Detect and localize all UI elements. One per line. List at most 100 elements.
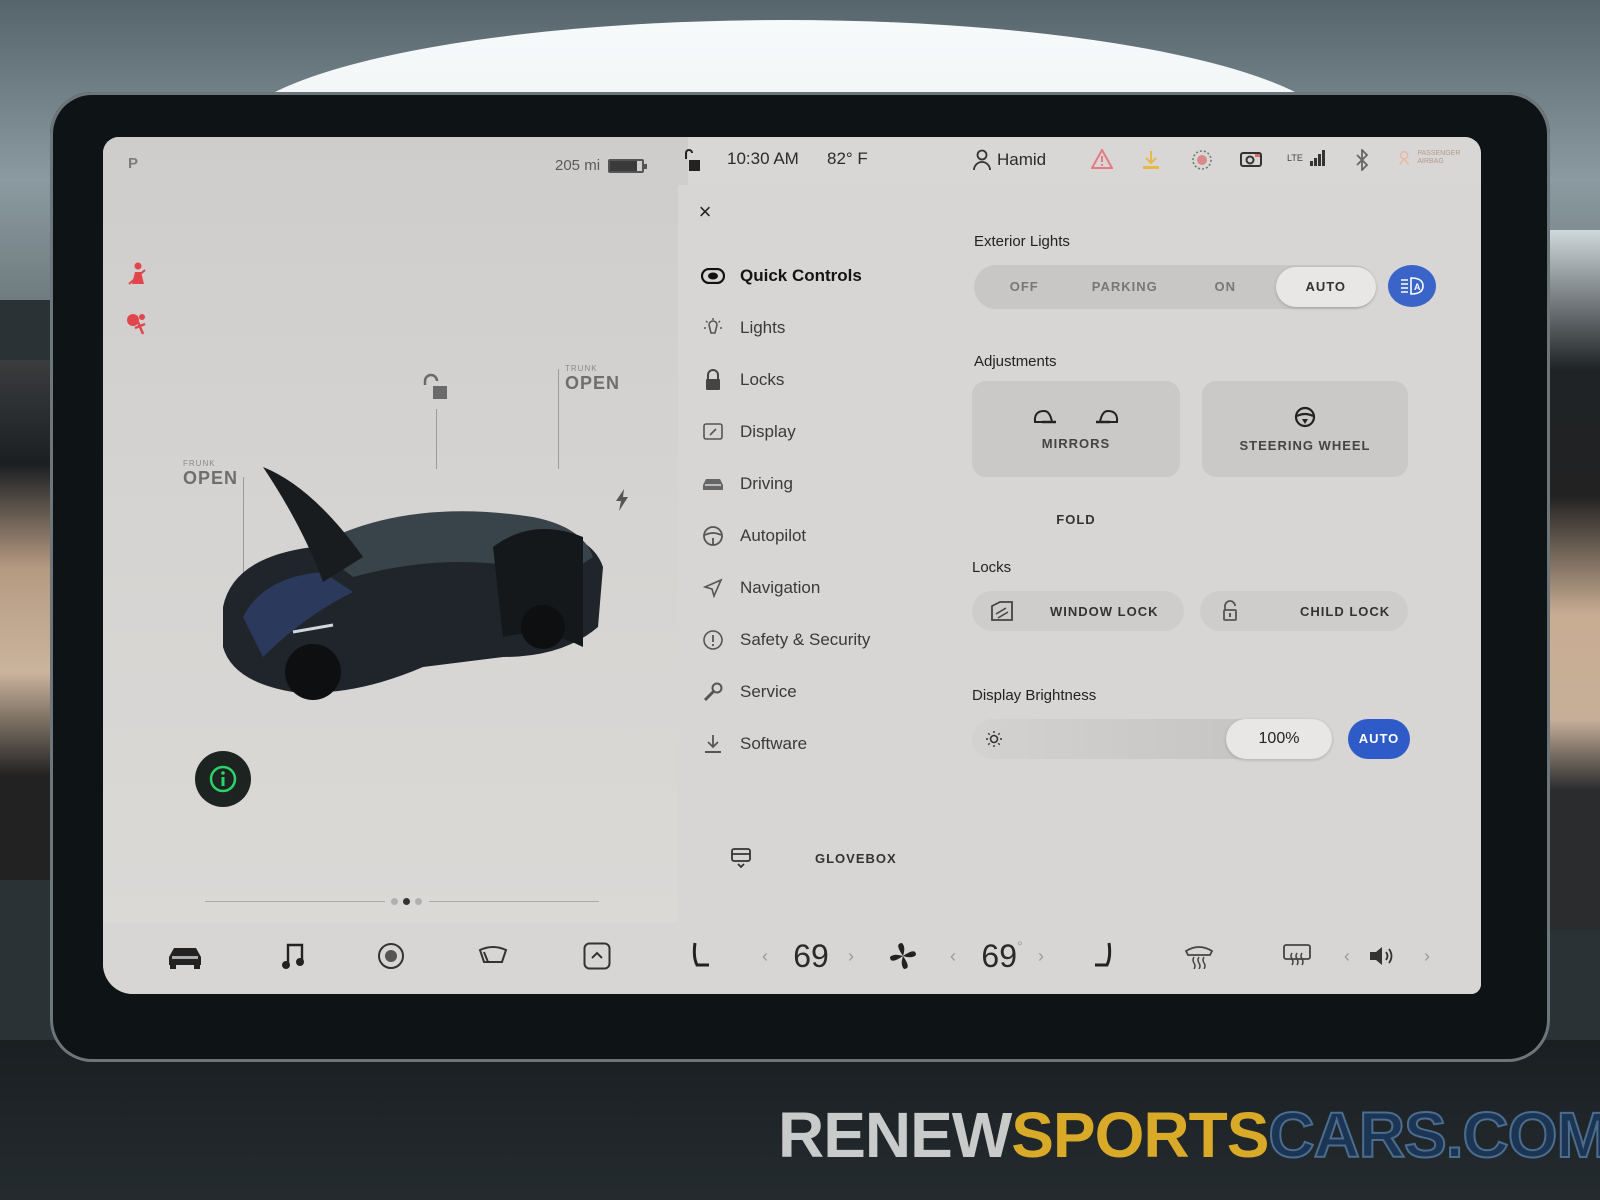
trunk-state: OPEN xyxy=(565,373,621,393)
brightness-slider[interactable]: 100% xyxy=(972,719,1332,759)
lights-option-off[interactable]: OFF xyxy=(974,267,1075,307)
driver-name: Hamid xyxy=(997,150,1047,169)
right-mirror-icon xyxy=(1096,409,1119,423)
nav-item-lights[interactable]: Lights xyxy=(700,302,950,354)
passenger-airbag-label: PASSENGER AIRBAG xyxy=(1417,150,1461,165)
watermark: RENEWSPORTSCARS.COM xyxy=(778,1098,1600,1172)
lock-icon[interactable] xyxy=(683,149,703,173)
child-lock-button[interactable]: CHILD LOCK xyxy=(1200,591,1408,631)
page-dot-active[interactable] xyxy=(403,898,410,905)
info-icon xyxy=(209,765,237,793)
nav-item-autopilot[interactable]: Autopilot xyxy=(700,510,950,562)
bottom-bar: ‹ 69 › ‹ 69 ° › ‹ › xyxy=(103,922,1481,994)
passenger-temp[interactable]: 69 ° xyxy=(969,936,1035,976)
camera-icon[interactable] xyxy=(371,936,411,976)
info-button[interactable] xyxy=(195,751,251,807)
fold-mirrors-button[interactable]: FOLD xyxy=(972,501,1180,539)
lock-icon xyxy=(700,367,726,393)
auto-high-beam-button[interactable]: A xyxy=(1388,265,1436,307)
bluetooth-icon[interactable] xyxy=(1355,149,1369,171)
svg-text:A: A xyxy=(1414,282,1421,292)
left-mirror-icon xyxy=(1033,409,1056,423)
dashcam-icon[interactable] xyxy=(1239,149,1263,169)
passenger-temp-increase[interactable]: › xyxy=(1031,936,1051,976)
nav-item-navigation[interactable]: Navigation xyxy=(700,562,950,614)
driver-temp-increase[interactable]: › xyxy=(841,936,861,976)
battery-icon xyxy=(608,158,648,173)
exterior-lights-title: Exterior Lights xyxy=(974,233,1070,250)
driver-temp-decrease[interactable]: ‹ xyxy=(753,936,777,976)
display-icon xyxy=(700,419,726,445)
adjustments-title: Adjustments xyxy=(974,353,1057,370)
nav-item-locks[interactable]: Locks xyxy=(700,354,950,406)
chevron-left-icon: ‹ xyxy=(762,945,768,966)
lights-option-auto[interactable]: AUTO xyxy=(1275,267,1376,307)
passenger-seat-heater-icon[interactable] xyxy=(1083,936,1123,976)
sentry-icon[interactable] xyxy=(1191,149,1213,171)
wrench-icon xyxy=(700,679,726,705)
quick-controls-panel: × Quick Controls Lights Locks Display Dr… xyxy=(678,185,1481,922)
steering-wheel-label: STEERING WHEEL xyxy=(1239,437,1371,453)
music-icon[interactable] xyxy=(273,936,313,976)
nav-label: Quick Controls xyxy=(740,266,862,285)
mirrors-button[interactable]: MIRRORS xyxy=(972,381,1180,477)
passenger-airbag-indicator: PASSENGER AIRBAG xyxy=(1397,149,1481,167)
bulb-icon xyxy=(700,315,726,341)
close-button[interactable]: × xyxy=(692,199,718,225)
glovebox-button[interactable]: GLOVEBOX xyxy=(711,840,911,876)
page-dot[interactable] xyxy=(415,898,422,905)
nav-item-safety-security[interactable]: Safety & Security xyxy=(700,614,950,666)
warning-icon[interactable] xyxy=(1091,149,1113,169)
chevron-right-icon: › xyxy=(1424,945,1430,966)
trunk-status[interactable]: TRUNK OPEN xyxy=(565,364,620,394)
locks-title: Locks xyxy=(972,559,1012,576)
nav-label: Autopilot xyxy=(740,526,807,545)
nav-item-display[interactable]: Display xyxy=(700,406,950,458)
pager-line-right xyxy=(429,901,599,902)
page-dot[interactable] xyxy=(391,898,398,905)
wiper-icon[interactable] xyxy=(473,936,513,976)
lights-option-on[interactable]: ON xyxy=(1175,267,1276,307)
chevron-right-icon: › xyxy=(1038,945,1044,966)
volume-icon[interactable] xyxy=(1363,936,1403,976)
driver-temp-value: 69 xyxy=(793,937,829,974)
nav-label: Software xyxy=(740,734,808,753)
unlocked-lock-icon[interactable] xyxy=(421,373,451,408)
nav-item-driving[interactable]: Driving xyxy=(700,458,950,510)
volume-increase[interactable]: › xyxy=(1417,936,1437,976)
gear-indicator: P xyxy=(128,155,139,172)
watermark-part-2: SPORTS xyxy=(1011,1099,1269,1171)
nav-label: Navigation xyxy=(740,578,821,597)
brightness-value[interactable]: 100% xyxy=(1226,719,1332,759)
app-launcher-button[interactable] xyxy=(577,936,617,976)
car-icon[interactable] xyxy=(165,936,205,976)
driver-profile[interactable]: Hamid xyxy=(973,149,1046,171)
driver-seat-heater-icon[interactable] xyxy=(681,936,721,976)
driver-temp[interactable]: 69 xyxy=(783,936,839,976)
brightness-auto-button[interactable]: AUTO xyxy=(1348,719,1410,759)
glovebox-icon xyxy=(711,846,771,870)
steering-wheel-button[interactable]: STEERING WHEEL xyxy=(1202,381,1408,477)
passenger-airbag-icon xyxy=(1399,151,1410,165)
battery-fill xyxy=(610,160,638,171)
range-indicator: 205 mi xyxy=(555,157,648,174)
mirror-icons xyxy=(1032,408,1120,426)
settings-nav: Quick Controls Lights Locks Display Driv… xyxy=(700,250,950,770)
outside-temperature: 82° F xyxy=(827,149,868,168)
rear-defrost-icon[interactable] xyxy=(1277,936,1317,976)
fan-icon[interactable] xyxy=(883,936,923,976)
nav-item-software[interactable]: Software xyxy=(700,718,950,770)
lights-option-parking[interactable]: PARKING xyxy=(1075,267,1176,307)
front-defrost-icon[interactable] xyxy=(1179,936,1219,976)
volume-decrease[interactable]: ‹ xyxy=(1337,936,1357,976)
watermark-part-1: RENEW xyxy=(778,1099,1012,1171)
car-model-image[interactable] xyxy=(203,457,623,717)
airbag-warning-icon xyxy=(122,309,152,339)
nav-item-quick-controls[interactable]: Quick Controls xyxy=(700,250,950,302)
download-icon[interactable] xyxy=(1141,149,1161,171)
status-bar: 10:30 AM 82° F Hamid LTE PASSENGER AIRBA… xyxy=(683,137,1481,185)
passenger-temp-decrease[interactable]: ‹ xyxy=(941,936,965,976)
window-lock-button[interactable]: WINDOW LOCK xyxy=(972,591,1184,631)
nav-item-service[interactable]: Service xyxy=(700,666,950,718)
info-circle-icon xyxy=(700,627,726,653)
